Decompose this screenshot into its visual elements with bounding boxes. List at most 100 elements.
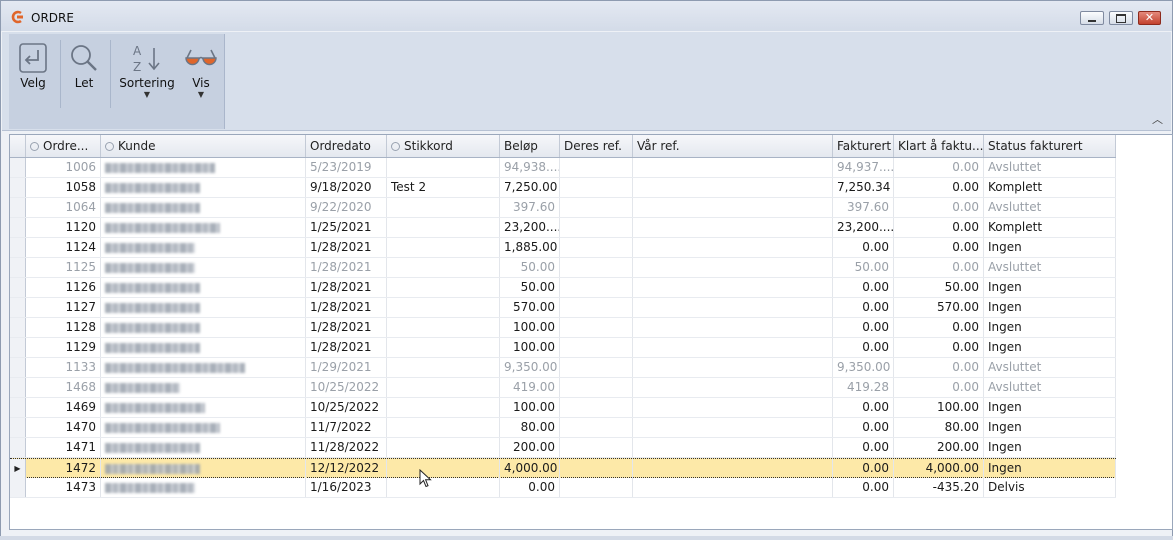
column-header-var-ref[interactable]: Vår ref. [633, 135, 833, 157]
column-header-deres-ref[interactable]: Deres ref. [560, 135, 633, 157]
maximize-button[interactable] [1109, 11, 1133, 25]
cell-fakturert: 0.00 [833, 278, 894, 297]
cell-var-ref [633, 418, 833, 437]
vis-button[interactable]: Vis ▼ [181, 34, 221, 109]
table-row[interactable]: 1058 9/18/2020 Test 2 7,250.00 7,250.34 0.00 K… [10, 178, 1116, 198]
cell-ordre: 1126 [26, 278, 101, 297]
table-row[interactable]: 1129 1/28/2021 100.00 0.00 0.00 Ingen [10, 338, 1116, 358]
table-row[interactable]: 1473 1/16/2023 0.00 0.00 -435.20 Delvis [10, 478, 1116, 498]
minimize-icon [1088, 19, 1096, 22]
row-indicator[interactable] [10, 198, 26, 217]
table-row[interactable]: 1064 9/22/2020 397.60 397.60 0.00 Avsluttet [10, 198, 1116, 218]
column-header-ordre[interactable]: Ordre... [26, 135, 101, 157]
row-indicator[interactable] [10, 338, 26, 357]
title-bar[interactable]: ORDRE ✕ [1, 1, 1172, 31]
chevron-down-icon: ▼ [143, 90, 151, 99]
redacted-customer-name [105, 262, 195, 273]
table-row[interactable]: 1120 1/25/2021 23,200.... 23,200.... 0.00 Kom… [10, 218, 1116, 238]
sortering-button[interactable]: A Z Sortering ▼ [117, 34, 177, 109]
redacted-customer-name [105, 202, 200, 213]
row-indicator[interactable] [10, 318, 26, 337]
cell-deres-ref [560, 258, 633, 277]
row-indicator[interactable] [10, 298, 26, 317]
let-button[interactable]: Let [65, 34, 103, 109]
row-indicator[interactable] [10, 178, 26, 197]
row-indicator[interactable] [10, 218, 26, 237]
cell-klart: 0.00 [894, 258, 984, 277]
table-row[interactable]: 1124 1/28/2021 1,885.00 0.00 0.00 Ingen [10, 238, 1116, 258]
row-indicator[interactable] [10, 278, 26, 297]
table-row[interactable]: 1471 11/28/2022 200.00 0.00 200.00 Ingen [10, 438, 1116, 458]
cell-kunde [101, 198, 306, 217]
row-indicator[interactable] [10, 438, 26, 457]
table-row[interactable]: 1133 1/29/2021 9,350.00 9,350.00 0.00 Avslutt… [10, 358, 1116, 378]
column-header-ordredato[interactable]: Ordredato [306, 135, 387, 157]
table-row[interactable]: 1470 11/7/2022 80.00 0.00 80.00 Ingen [10, 418, 1116, 438]
table-row[interactable]: 1468 10/25/2022 419.00 419.28 0.00 Avsluttet [10, 378, 1116, 398]
cell-ordredato: 10/25/2022 [306, 398, 387, 417]
table-row[interactable]: 1126 1/28/2021 50.00 0.00 50.00 Ingen [10, 278, 1116, 298]
cell-stikkord [387, 298, 500, 317]
ribbon: Velg Let A Z Sortering ▼ Vis ▼ ︿ [2, 32, 1171, 131]
column-header-kunde[interactable]: Kunde [101, 135, 306, 157]
row-indicator[interactable] [10, 358, 26, 377]
cell-ordre: 1470 [26, 418, 101, 437]
close-button[interactable]: ✕ [1138, 11, 1161, 25]
row-indicator[interactable] [10, 258, 26, 277]
column-header-status[interactable]: Status fakturert [984, 135, 1116, 157]
row-indicator[interactable] [10, 238, 26, 257]
cell-status: Komplett [984, 218, 1116, 237]
cell-status: Komplett [984, 178, 1116, 197]
table-row[interactable]: 1006 5/23/2019 94,938.... 94,937.... 0.00 Avs… [10, 158, 1116, 178]
cell-klart: 0.00 [894, 338, 984, 357]
table-row[interactable]: ▶ 1472 12/12/2022 4,000.00 0.00 4,000.00 Ingen [10, 458, 1116, 478]
cell-belop: 94,938.... [500, 158, 560, 177]
cell-deres-ref [560, 278, 633, 297]
cell-ordre: 1006 [26, 158, 101, 177]
cell-var-ref [633, 459, 833, 478]
table-row[interactable]: 1125 1/28/2021 50.00 50.00 0.00 Avsluttet [10, 258, 1116, 278]
cell-fakturert: 397.60 [833, 198, 894, 217]
cell-stikkord: Test 2 [387, 178, 500, 197]
cell-kunde [101, 178, 306, 197]
cell-belop: 4,000.00 [500, 459, 560, 478]
cell-stikkord [387, 338, 500, 357]
cell-fakturert: 7,250.34 [833, 178, 894, 197]
column-header-fakturert[interactable]: Fakturert [833, 135, 894, 157]
cell-stikkord [387, 358, 500, 377]
table-row[interactable]: 1128 1/28/2021 100.00 0.00 0.00 Ingen [10, 318, 1116, 338]
table-row[interactable]: 1127 1/28/2021 570.00 0.00 570.00 Ingen [10, 298, 1116, 318]
cell-ordredato: 1/16/2023 [306, 478, 387, 497]
column-header-belop[interactable]: Beløp [500, 135, 560, 157]
row-indicator[interactable]: ▶ [10, 459, 26, 478]
cell-var-ref [633, 358, 833, 377]
cell-var-ref [633, 338, 833, 357]
row-indicator[interactable] [10, 378, 26, 397]
table-row[interactable]: 1469 10/25/2022 100.00 0.00 100.00 Ingen [10, 398, 1116, 418]
row-indicator[interactable] [10, 478, 26, 497]
cell-klart: 0.00 [894, 198, 984, 217]
cell-fakturert: 0.00 [833, 398, 894, 417]
cell-klart: 0.00 [894, 358, 984, 377]
cell-var-ref [633, 318, 833, 337]
cell-ordre: 1128 [26, 318, 101, 337]
cell-deres-ref [560, 218, 633, 237]
velg-button[interactable]: Velg [13, 34, 53, 109]
redacted-customer-name [105, 362, 245, 373]
row-indicator[interactable] [10, 418, 26, 437]
cell-deres-ref [560, 478, 633, 497]
cell-ordredato: 12/12/2022 [306, 459, 387, 478]
collapse-ribbon-icon[interactable]: ︿ [1152, 111, 1163, 127]
column-header-stikkord[interactable]: Stikkord [387, 135, 500, 157]
cell-kunde [101, 238, 306, 257]
cell-ordredato: 1/28/2021 [306, 298, 387, 317]
orders-grid: Ordre... Kunde Ordredato Stikkord Beløp … [9, 134, 1173, 530]
row-indicator[interactable] [10, 158, 26, 177]
cell-belop: 50.00 [500, 278, 560, 297]
cell-fakturert: 0.00 [833, 318, 894, 337]
column-header-klart[interactable]: Klart å faktu... [894, 135, 984, 157]
row-indicator[interactable] [10, 398, 26, 417]
cell-var-ref [633, 298, 833, 317]
cell-ordredato: 9/18/2020 [306, 178, 387, 197]
minimize-button[interactable] [1080, 11, 1104, 25]
